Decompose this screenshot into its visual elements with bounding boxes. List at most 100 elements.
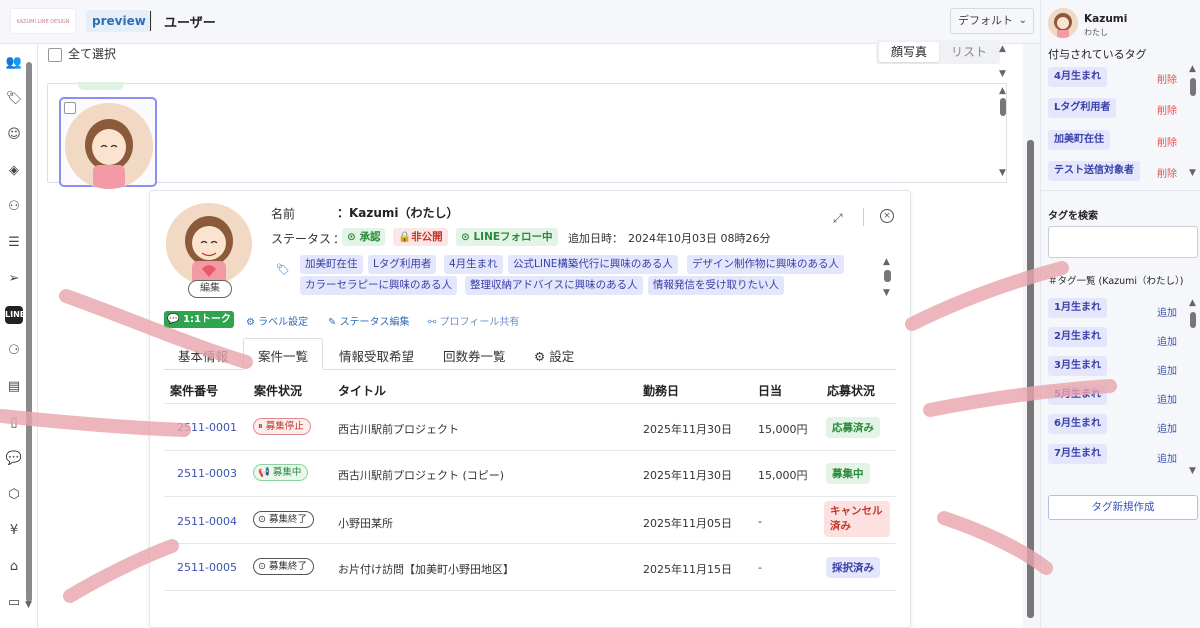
delete-tag-button[interactable]: 削除 xyxy=(1157,165,1177,180)
added-label: 追加日時： xyxy=(568,232,623,245)
card-checkbox[interactable] xyxy=(64,102,76,114)
col-apply-status: 応募状況 xyxy=(827,384,876,398)
scroll-down-icon[interactable]: ▼ xyxy=(25,600,32,610)
box-icon[interactable]: ⬡ xyxy=(5,486,23,504)
scroll-up-icon[interactable]: ▲ xyxy=(999,44,1006,54)
profile-tag[interactable]: デザイン制作物に興味のある人 xyxy=(687,255,844,274)
work-date: 2025年11月30日 xyxy=(643,469,732,482)
assigned-tags-scrollbar[interactable] xyxy=(1190,78,1196,96)
tab-settings-label: 設定 xyxy=(549,349,575,364)
profile-tag[interactable]: 加美町在住 xyxy=(300,255,363,274)
add-tag-button[interactable]: 追加 xyxy=(1157,391,1177,406)
line-icon[interactable]: LINE xyxy=(5,306,25,324)
scroll-up-icon[interactable]: ▲ xyxy=(1189,298,1196,308)
view-toggle: 顔写真 リスト xyxy=(876,40,1000,64)
tag-list-title-text: ＃タグ一覧 xyxy=(1048,276,1096,287)
tag-search-input[interactable] xyxy=(1048,226,1198,258)
tag-icon[interactable]: 🏷 xyxy=(5,90,23,108)
project-status-badge: 📢 募集中 xyxy=(253,464,309,481)
add-tag-button[interactable]: 追加 xyxy=(1157,362,1177,377)
user-name: Kazumi xyxy=(1084,13,1128,25)
status-edit-button[interactable]: ✎ ステータス編集 xyxy=(328,313,410,328)
scroll-up-icon[interactable]: ▲ xyxy=(1189,64,1196,74)
row-divider xyxy=(164,496,896,497)
project-title: 西古川駅前プロジェクト xyxy=(338,423,459,436)
profile-tag[interactable]: 公式LINE構築代行に興味のある人 xyxy=(508,255,678,274)
project-id-link[interactable]: 2511-0003 xyxy=(177,467,237,480)
user-avatar[interactable] xyxy=(1048,8,1078,38)
add-tag-button[interactable]: 追加 xyxy=(1157,420,1177,435)
tab-info-preferences[interactable]: 情報受取希望 xyxy=(339,346,414,365)
list-icon[interactable]: ☰ xyxy=(5,234,23,252)
building-icon[interactable]: ⌂ xyxy=(5,558,23,576)
tags-scrollbar[interactable] xyxy=(884,270,891,282)
profile-tag[interactable]: 4月生まれ xyxy=(444,255,503,274)
env-badge: preview xyxy=(86,10,152,32)
chat-icon[interactable]: 💬 xyxy=(5,450,23,468)
project-id-link[interactable]: 2511-0005 xyxy=(177,561,237,574)
view-photo-tab[interactable]: 顔写真 xyxy=(879,42,939,62)
smile-icon[interactable]: ☺ xyxy=(5,126,23,144)
expand-icon[interactable]: ⤢ xyxy=(833,211,843,226)
select-all-checkbox[interactable] xyxy=(48,47,62,62)
main-scrollbar[interactable] xyxy=(1027,140,1034,618)
ticket-icon[interactable]: ◈ xyxy=(5,162,23,180)
tag-list-title: ＃タグ一覧 (Kazumi（わたし）) xyxy=(1048,273,1184,287)
scroll-down-icon[interactable]: ▼ xyxy=(999,69,1006,79)
file-icon[interactable]: ▯ xyxy=(5,414,23,432)
scroll-down-icon[interactable]: ▼ xyxy=(1189,466,1196,476)
profile-share-button[interactable]: ⚯ プロフィール共有 xyxy=(428,313,519,328)
edit-avatar-button[interactable]: 編集 xyxy=(188,280,232,298)
user-card[interactable] xyxy=(59,97,157,189)
add-tag-button[interactable]: 追加 xyxy=(1157,304,1177,319)
user-settings-icon[interactable]: ⚇ xyxy=(5,198,23,216)
scroll-down-icon[interactable]: ▼ xyxy=(1189,168,1196,178)
tab-settings[interactable]: ⚙ 設定 xyxy=(534,346,574,365)
gallery-scrollbar[interactable] xyxy=(1000,98,1006,116)
yen-icon[interactable]: ¥ xyxy=(5,522,23,540)
close-icon[interactable]: × xyxy=(880,209,894,223)
app-logo[interactable]: KAZUMI LINE DESIGN xyxy=(10,8,76,34)
profile-tag[interactable]: Lタグ利用者 xyxy=(368,255,437,274)
project-id-link[interactable]: 2511-0001 xyxy=(177,421,237,434)
org-chart-icon[interactable]: ⚆ xyxy=(5,342,23,360)
view-preset-value: デフォルト xyxy=(958,14,1013,27)
divider xyxy=(863,208,864,226)
status-ribbon xyxy=(78,82,124,90)
select-all[interactable]: 全て選択 xyxy=(48,45,116,62)
work-date: 2025年11月15日 xyxy=(643,563,732,576)
users-icon[interactable]: 👥 xyxy=(5,54,23,72)
delete-tag-button[interactable]: 削除 xyxy=(1157,71,1177,86)
scroll-down-icon[interactable]: ▼ xyxy=(999,168,1006,178)
tab-projects[interactable]: 案件一覧 xyxy=(258,346,308,365)
tag-list-scrollbar[interactable] xyxy=(1190,312,1196,328)
delete-tag-button[interactable]: 削除 xyxy=(1157,134,1177,149)
tag-list-item: 7月生まれ xyxy=(1048,444,1107,464)
document-icon[interactable]: ▤ xyxy=(5,378,23,396)
profile-tag[interactable]: 整理収納アドバイスに興味のある人 xyxy=(465,276,643,295)
add-tag-button[interactable]: 追加 xyxy=(1157,333,1177,348)
scroll-up-icon[interactable]: ▲ xyxy=(883,257,890,267)
send-icon[interactable]: ➢ xyxy=(5,270,23,288)
tab-coupons[interactable]: 回数券一覧 xyxy=(443,346,506,365)
apply-status-badge: 募集中 xyxy=(826,463,870,484)
profile-tag[interactable]: カラーセラピーに興味のある人 xyxy=(300,276,457,295)
calendar-icon[interactable]: ▭ xyxy=(5,594,23,612)
profile-tag[interactable]: 情報発信を受け取りたい人 xyxy=(648,276,784,295)
tag-search-title: タグを検索 xyxy=(1048,211,1098,222)
scroll-down-icon[interactable]: ▼ xyxy=(883,288,890,298)
view-preset-select[interactable]: デフォルト ⌄ xyxy=(950,8,1034,34)
top-bar xyxy=(0,0,1040,44)
label-settings-button[interactable]: ⚙ ラベル設定 xyxy=(246,313,308,328)
sidebar-scrollbar[interactable] xyxy=(26,62,32,602)
talk-button[interactable]: 💬 1:1トーク xyxy=(164,311,234,328)
status-edit-label: ステータス編集 xyxy=(339,317,410,328)
scroll-up-icon[interactable]: ▲ xyxy=(999,86,1006,96)
create-tag-button[interactable]: タグ新規作成 xyxy=(1048,495,1198,520)
add-tag-button[interactable]: 追加 xyxy=(1157,450,1177,465)
status-approved-badge: ⊙ 承認 xyxy=(342,228,386,246)
project-id-link[interactable]: 2511-0004 xyxy=(177,515,237,528)
tab-basic-info[interactable]: 基本情報 xyxy=(178,346,228,365)
view-list-tab[interactable]: リスト xyxy=(940,42,998,62)
delete-tag-button[interactable]: 削除 xyxy=(1157,102,1177,117)
